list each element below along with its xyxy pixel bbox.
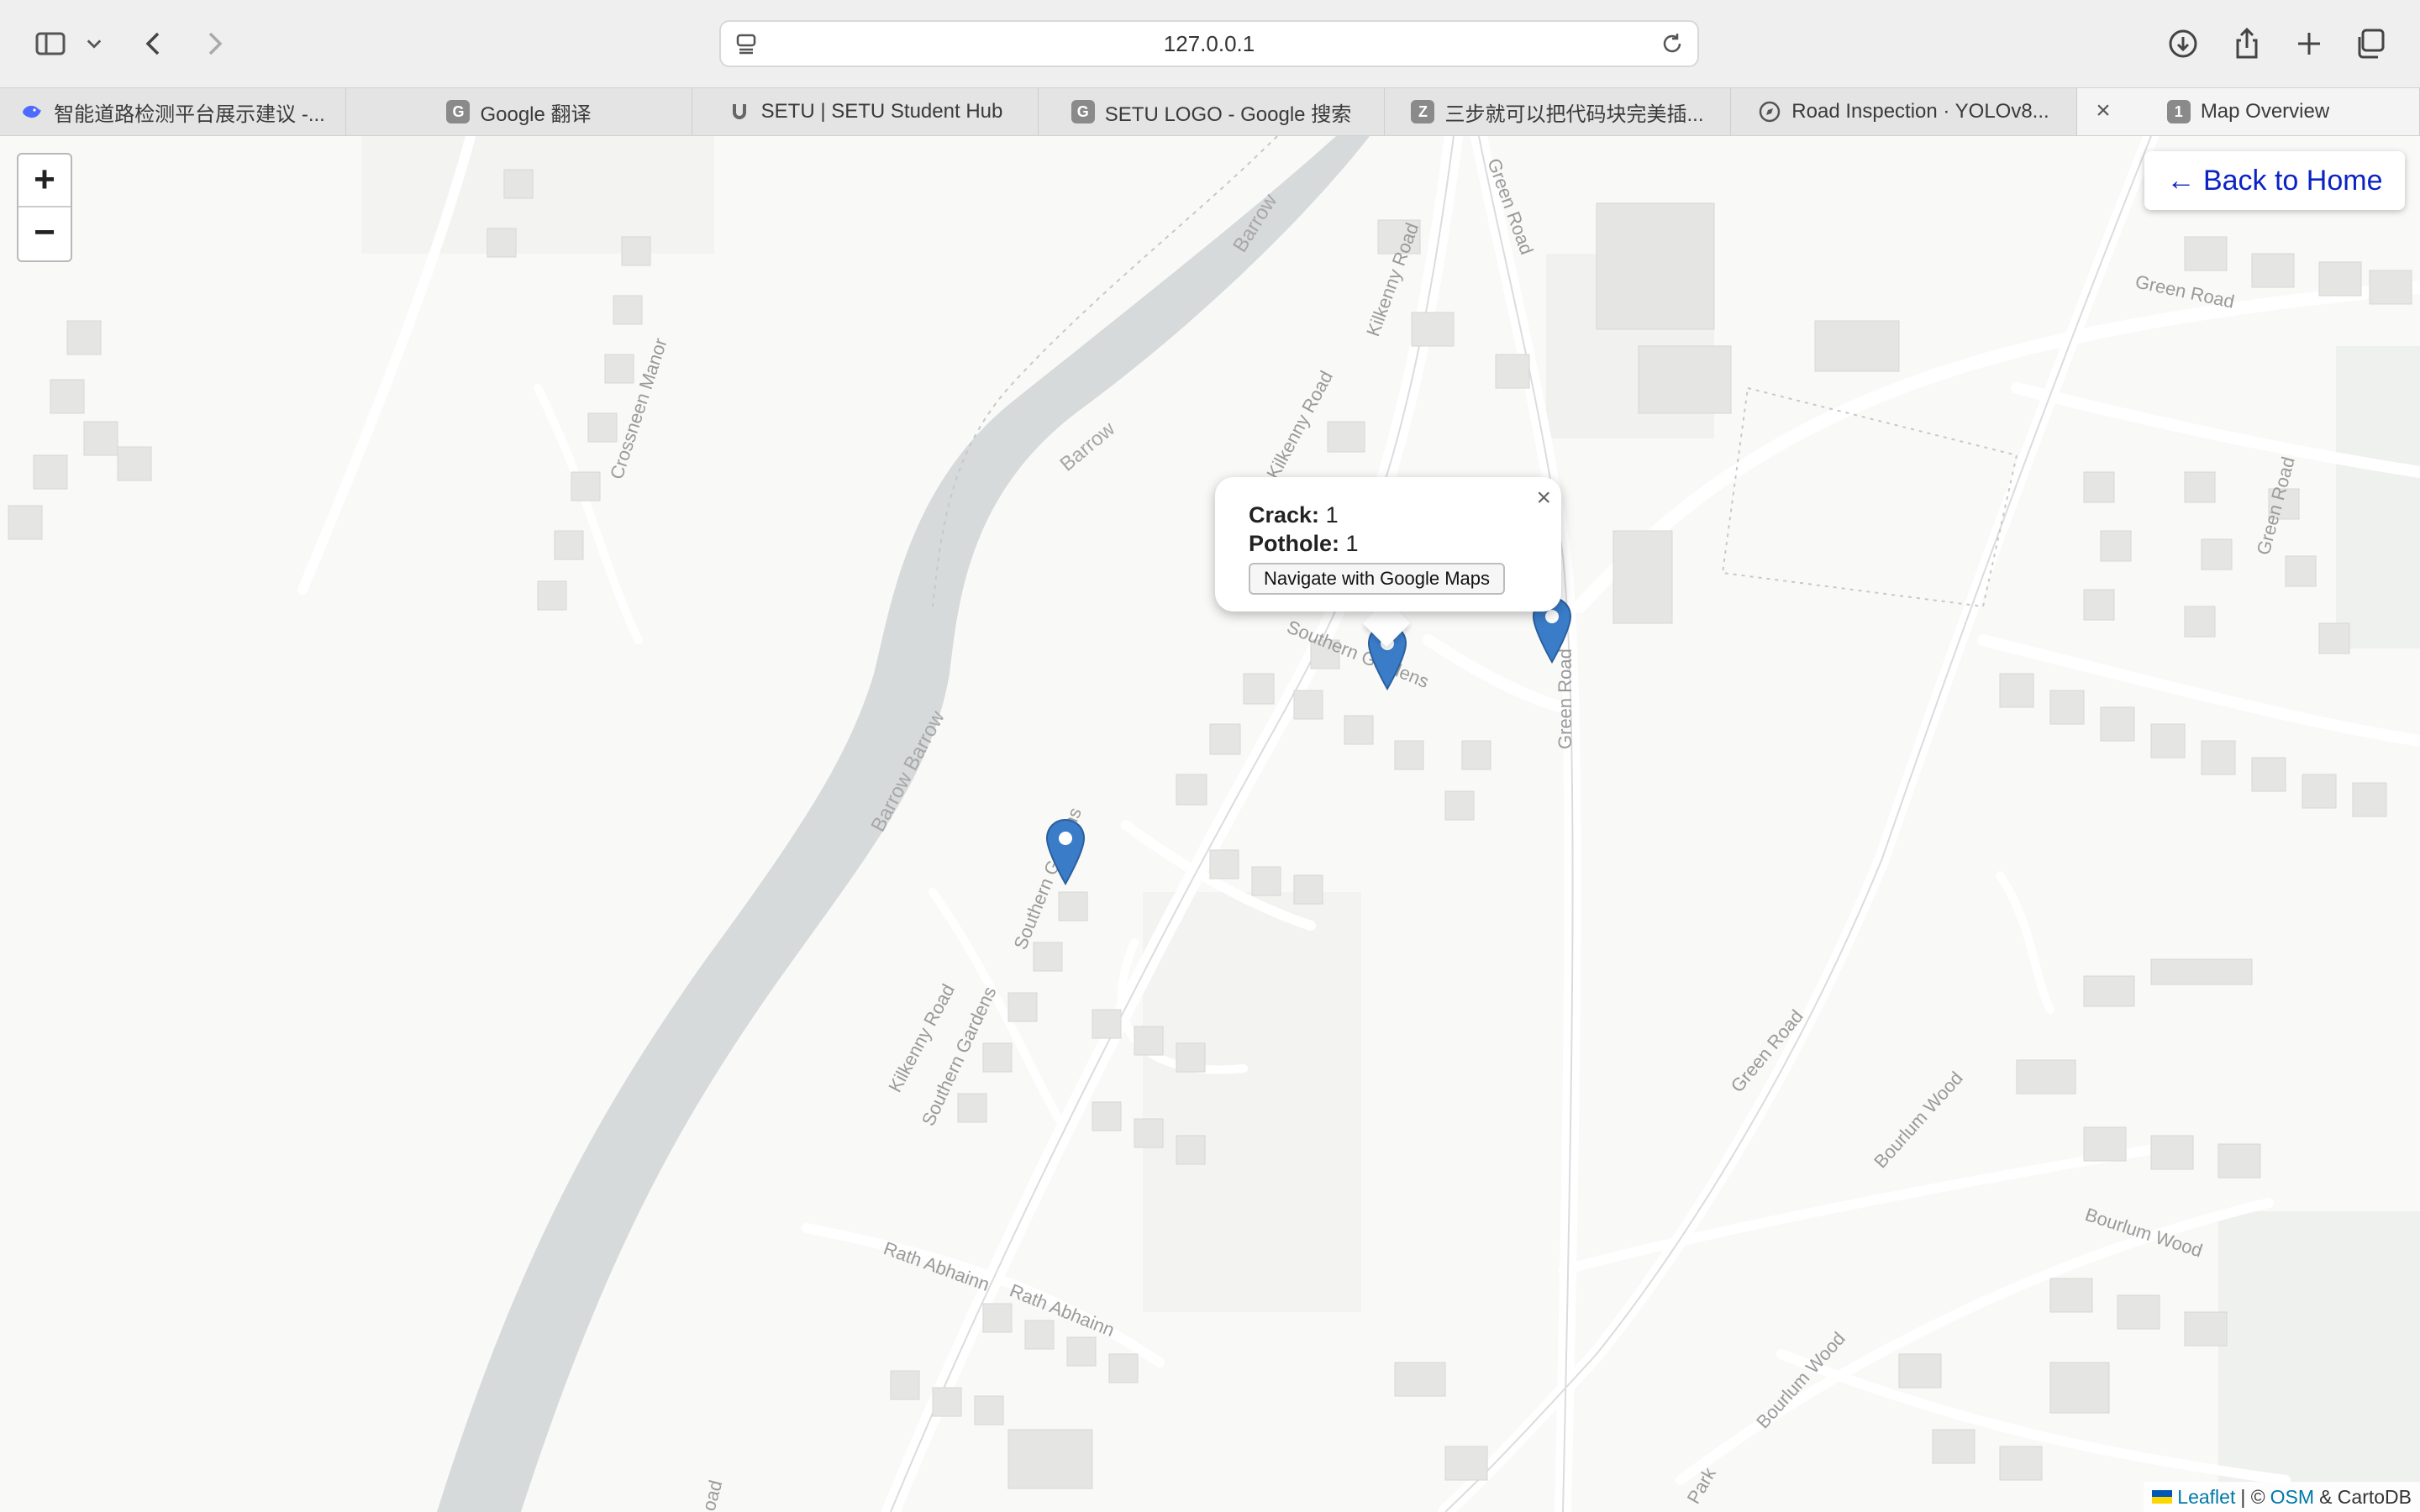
share-icon[interactable] [2222,20,2272,67]
zoom-control: + − [17,153,72,262]
zoom-in-button[interactable]: + [18,155,71,207]
address-bar[interactable]: 127.0.0.1 [719,20,1699,67]
compass-icon [1758,100,1781,123]
tab-code-block[interactable]: Z 三步就可以把代码块完美插... [1385,88,1731,135]
crack-value: 1 [1325,502,1339,528]
label-kilkenny-road-2: Kilkenny Road [1262,367,1337,482]
google-icon: G [1071,100,1095,123]
attribution-cartodb: & CartoDB [2319,1486,2412,1508]
crack-row: Crack: 1 [1249,501,1528,529]
tab-road-inspection[interactable]: Road Inspection · YOLOv8... [1731,88,2077,135]
label-road-partial: oad [698,1478,727,1512]
attribution-separator: | © [2240,1486,2265,1508]
deepseek-icon [20,100,44,123]
tab-setu-hub[interactable]: SETU | SETU Student Hub [692,88,1039,135]
map-attribution: Leaflet | © OSM & CartoDB [2144,1482,2420,1512]
address-text: 127.0.0.1 [1163,31,1255,56]
tab-map-overview[interactable]: × 1 Map Overview [2077,88,2420,135]
map-marker-icon[interactable] [1044,818,1086,887]
label-barrow-2: Barrow [1056,417,1120,476]
new-tab-icon[interactable] [2284,20,2334,67]
tab-number-icon: 1 [2166,100,2191,123]
back-to-home-button[interactable]: ← Back to Home [2144,151,2405,210]
download-icon[interactable] [2158,20,2208,67]
forward-icon[interactable] [188,20,239,67]
tab-deepseek[interactable]: 智能道路检测平台展示建议 -... [0,88,346,135]
label-rath-abhainn-2: Rath Abhainn [1007,1279,1118,1341]
label-green-road-4: Green Road [2133,270,2236,312]
chevron-down-icon[interactable] [77,20,111,67]
ukraine-flag-icon [2152,1490,2173,1504]
osm-link[interactable]: OSM [2270,1482,2314,1512]
pothole-row: Pothole: 1 [1249,529,1528,558]
zoom-out-button[interactable]: − [18,207,71,260]
crack-label: Crack: [1249,502,1320,528]
popup-close-icon[interactable]: × [1536,486,1551,511]
setu-icon [728,100,751,123]
pothole-value: 1 [1345,531,1359,556]
leaflet-link[interactable]: Leaflet [2177,1482,2235,1512]
reload-icon[interactable] [1659,30,1686,57]
marker-popup: × Crack: 1 Pothole: 1 Navigate with Goog… [1215,477,1561,612]
tab-google-translate[interactable]: G Google 翻译 [346,88,692,135]
navigate-google-maps-button[interactable]: Navigate with Google Maps [1249,563,1506,595]
tab-bar: 智能道路检测平台展示建议 -... G Google 翻译 SETU | SET… [0,87,2420,136]
google-icon: G [446,100,471,123]
tab-overview-icon[interactable] [2346,20,2396,67]
zhihu-icon: Z [1411,100,1435,123]
sidebar-icon[interactable] [25,20,76,67]
browser-toolbar: 127.0.0.1 [0,0,2420,87]
close-tab-icon[interactable]: × [2091,98,2116,123]
label-bourlum-wood-1: Bourlum Wood [1870,1068,1967,1173]
map-tiles: Barrow Barrow Barrow Barrow Crossneen Ma… [8,136,2420,1512]
pothole-label: Pothole: [1249,531,1339,556]
tab-setu-logo-search[interactable]: G SETU LOGO - Google 搜索 [1039,88,1385,135]
map-view[interactable]: Barrow Barrow Barrow Barrow Crossneen Ma… [0,136,2420,1512]
back-icon[interactable] [129,20,180,67]
